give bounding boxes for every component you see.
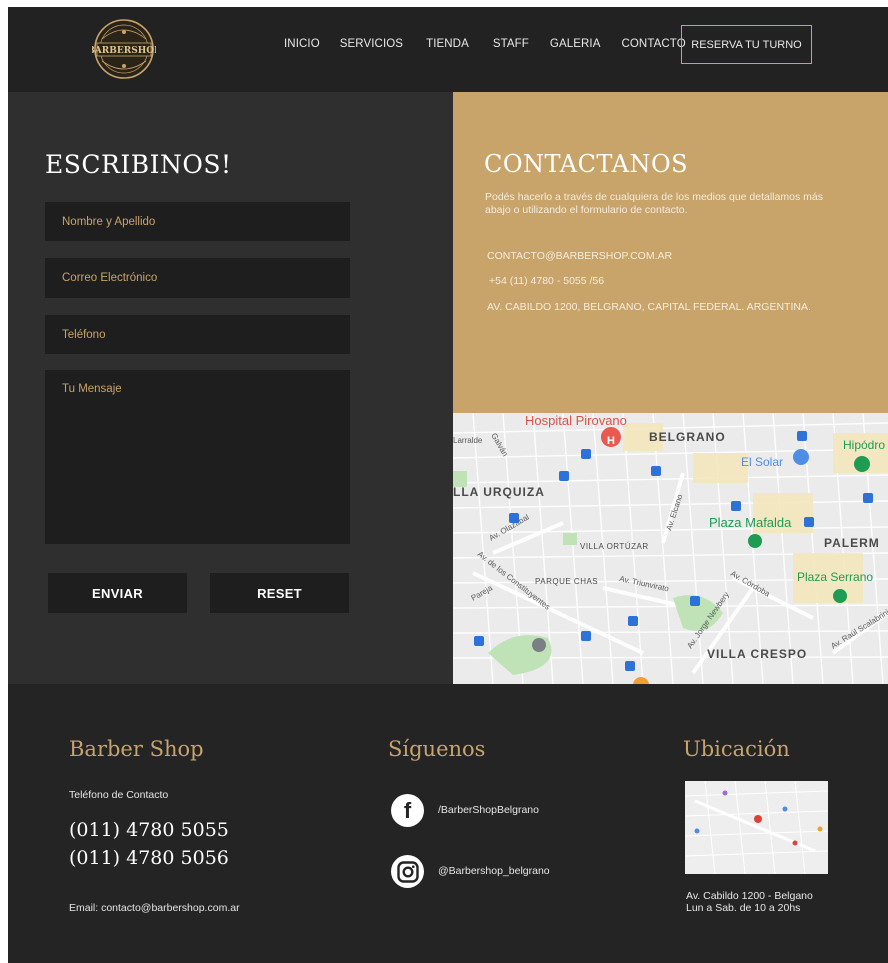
header: BARBERSHOP INICIO SERVICIOS TIENDA STAFF…: [8, 7, 888, 92]
nav-staff[interactable]: STAFF: [493, 38, 529, 50]
facebook-link[interactable]: /BarberShopBelgrano: [438, 804, 539, 816]
send-button[interactable]: ENVIAR: [48, 573, 187, 613]
svg-text:VILLA ORTÚZAR: VILLA ORTÚZAR: [580, 542, 649, 551]
name-input[interactable]: Nombre y Apellido: [45, 202, 350, 241]
reserve-button[interactable]: RESERVA TU TURNO: [681, 25, 812, 64]
instagram-icon[interactable]: [391, 855, 424, 888]
footer-hours: Lun a Sab. de 10 a 20hs: [686, 902, 801, 914]
svg-text:Hipódro: Hipódro: [843, 438, 885, 452]
nav-contacto[interactable]: CONTACTO: [621, 38, 685, 50]
svg-text:Hospital Pirovano: Hospital Pirovano: [525, 413, 627, 428]
email-input[interactable]: Correo Electrónico: [45, 258, 350, 298]
page: BARBERSHOP INICIO SERVICIOS TIENDA STAFF…: [8, 7, 888, 963]
contact-info: CONTACTANOS Podés hacerlo a través de cu…: [453, 92, 888, 413]
nav-galeria[interactable]: GALERIA: [550, 38, 601, 50]
facebook-icon[interactable]: f: [391, 794, 424, 827]
footer-brand-title: Barber Shop: [69, 737, 204, 761]
svg-text:BARBERSHOP: BARBERSHOP: [92, 46, 156, 56]
instagram-link[interactable]: @Barbershop_belgrano: [438, 865, 550, 877]
location-map[interactable]: H Hospital Pirovano BELGRANO Hipódro El …: [453, 413, 888, 684]
main-nav: INICIO SERVICIOS TIENDA STAFF GALERIA CO…: [284, 38, 686, 50]
phone-input[interactable]: Teléfono: [45, 315, 350, 354]
contact-email[interactable]: CONTACTO@BARBERSHOP.COM.AR: [487, 250, 672, 262]
contact-title: CONTACTANOS: [484, 150, 689, 178]
footer-address: Av. Cabildo 1200 - Belgano: [686, 890, 813, 902]
svg-text:PARQUE CHAS: PARQUE CHAS: [535, 577, 598, 586]
map-canvas[interactable]: H Hospital Pirovano BELGRANO Hipódro El …: [453, 413, 888, 684]
form-title: ESCRIBINOS!: [45, 150, 232, 179]
barbershop-logo[interactable]: BARBERSHOP: [92, 17, 156, 81]
footer-social-title: Síguenos: [388, 737, 486, 761]
footer-phone-1[interactable]: (011) 4780 5055: [69, 819, 229, 841]
location-mini-map[interactable]: [685, 781, 828, 874]
svg-text:Larralde: Larralde: [453, 436, 483, 445]
contact-description: Podés hacerlo a través de cualquiera de …: [485, 191, 823, 216]
svg-text:Plaza Mafalda: Plaza Mafalda: [709, 515, 792, 530]
svg-text:VILLA CRESPO: VILLA CRESPO: [707, 647, 807, 661]
contact-phone: +54 (11) 4780 - 5055 /56: [489, 275, 605, 287]
contact-form: ESCRIBINOS! Nombre y Apellido Correo Ele…: [8, 92, 453, 684]
svg-text:El Solar: El Solar: [741, 455, 783, 469]
contact-address: AV. CABILDO 1200, BELGRANO, CAPITAL FEDE…: [487, 301, 811, 313]
message-textarea[interactable]: Tu Mensaje: [45, 370, 350, 544]
reset-button[interactable]: RESET: [210, 573, 349, 613]
svg-text:LLA URQUIZA: LLA URQUIZA: [453, 485, 545, 499]
nav-inicio[interactable]: INICIO: [284, 38, 320, 50]
svg-text:PALERM: PALERM: [824, 536, 880, 550]
footer-phone-2[interactable]: (011) 4780 5056: [69, 847, 229, 869]
footer-location-title: Ubicación: [683, 737, 790, 761]
svg-text:Plaza Serrano: Plaza Serrano: [797, 570, 873, 584]
nav-tienda[interactable]: TIENDA: [426, 38, 469, 50]
svg-text:H: H: [607, 435, 615, 447]
footer-contact-label: Teléfono de Contacto: [69, 789, 169, 801]
svg-text:BELGRANO: BELGRANO: [649, 430, 726, 444]
nav-servicios[interactable]: SERVICIOS: [340, 38, 403, 50]
footer-email[interactable]: Email: contacto@barbershop.com.ar: [69, 902, 240, 914]
footer: Barber Shop Teléfono de Contacto (011) 4…: [8, 684, 888, 963]
